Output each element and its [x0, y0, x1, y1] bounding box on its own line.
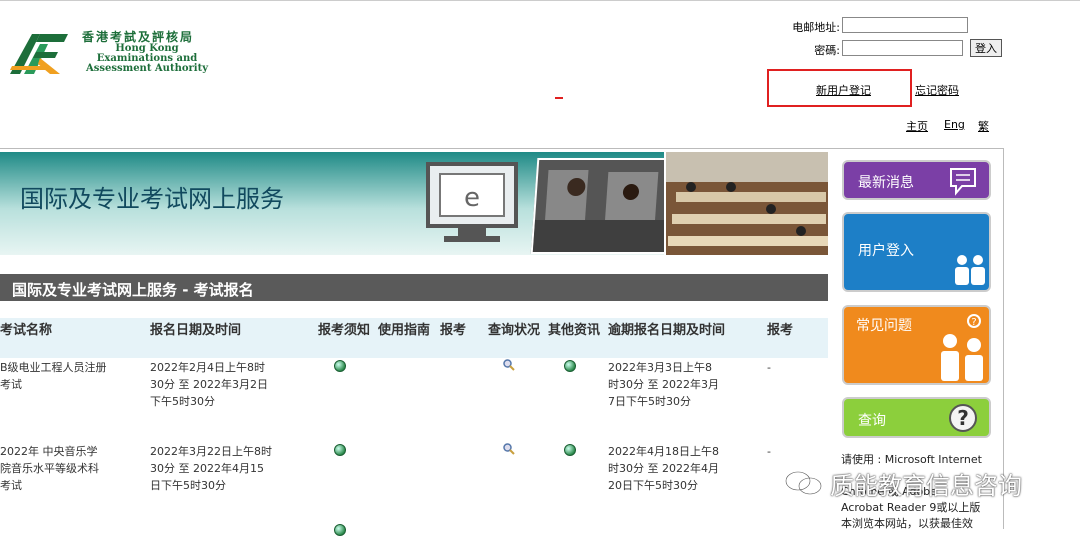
col-apply: 报考 — [440, 323, 467, 338]
late-registration-period: 2022年4月18日上午8时30分 至 2022年4月20日下午5时30分 — [608, 445, 719, 492]
registration-period: 2022年2月4日上午8时30分 至 2022年3月2日下午5时30分 — [150, 361, 268, 408]
news-button[interactable]: 最新消息 — [842, 160, 991, 200]
col-other-info: 其他资讯 — [548, 323, 601, 338]
svg-text:?: ? — [957, 406, 969, 430]
forgot-password-link[interactable]: 忘记密码 — [915, 82, 959, 98]
registration-period: 2022年3月22日上午8时30分 至 2022年4月15日下午5时30分 — [150, 445, 272, 492]
email-field[interactable] — [842, 17, 968, 33]
login-button[interactable]: 登入 — [970, 39, 1002, 57]
logo-en-line-3: Assessment Authority — [85, 63, 209, 74]
news-label: 最新消息 — [858, 175, 914, 191]
notice-line-4: 本浏览本网站，以获最佳效 — [841, 517, 973, 530]
password-field[interactable] — [842, 40, 963, 56]
application-notes-icon[interactable] — [334, 360, 346, 372]
enquiry-label: 查询 — [858, 413, 886, 429]
table-header: 考试名称 报名日期及时间 报考须知 使用指南 报考 查询状况 其他资讯 逾期报名… — [0, 318, 828, 358]
section-title: 国际及专业考试网上服务 - 考试报名 — [12, 281, 254, 299]
notice-line-3: Acrobat Reader 9或以上版 — [841, 501, 981, 514]
col-user-guide: 使用指南 — [378, 323, 431, 338]
apply-value: - — [767, 361, 771, 374]
apply-value: - — [767, 445, 771, 458]
email-label: 电邮地址: — [792, 21, 840, 34]
logo-name-english: Hong Kong Examinations and Assessment Au… — [82, 44, 212, 74]
search-status-icon[interactable] — [502, 442, 516, 456]
enquiry-button[interactable]: 查询 ? — [842, 397, 991, 438]
col-application-notes: 报考须知 — [318, 323, 371, 338]
hkeaa-logo-icon — [10, 34, 68, 74]
svg-text:?: ? — [971, 317, 976, 328]
col-registration-period: 报名日期及时间 — [150, 323, 242, 338]
wechat-icon — [785, 471, 822, 495]
exam-name: 2022年 中央音乐学院音乐水平等级术科考试 — [0, 445, 99, 492]
svg-text:e: e — [464, 183, 480, 213]
speech-bubble-icon — [950, 168, 976, 196]
application-notes-icon[interactable] — [334, 444, 346, 456]
red-dash-mark — [555, 97, 563, 99]
section-header-bar: 国际及专业考试网上服务 - 考试报名 — [0, 274, 828, 301]
password-label: 密碼: — [814, 44, 840, 57]
traditional-chinese-link[interactable]: 繁 — [978, 118, 989, 134]
col-late-registration-period: 逾期报名日期及时间 — [608, 323, 726, 338]
search-status-icon[interactable] — [502, 358, 516, 372]
hkeaa-logo[interactable]: 香港考試及評核局 Hong Kong Examinations and Asse… — [10, 26, 208, 76]
other-info-icon[interactable] — [564, 444, 576, 456]
watermark-text: 质能教育信息咨询 — [830, 472, 1022, 500]
users-icon — [955, 255, 985, 285]
computer-monitor-icon: e — [426, 162, 518, 242]
exam-room-photo — [530, 158, 674, 254]
question-mark-icon: ? — [949, 404, 977, 432]
late-registration-period: 2022年3月3日上午8时30分 至 2022年3月7日下午5时30分 — [608, 361, 719, 408]
user-login-label: 用户登入 — [858, 243, 914, 259]
home-link[interactable]: 主页 — [906, 118, 928, 134]
banner-title: 国际及专业考试网上服务 — [20, 185, 284, 213]
faq-label: 常见问题 — [856, 318, 912, 334]
other-info-icon[interactable] — [564, 360, 576, 372]
col-apply-late: 报考 — [767, 323, 794, 338]
exam-hall-photo — [664, 152, 828, 255]
col-exam-name: 考试名称 — [0, 323, 53, 338]
question-people-icon: ? — [941, 314, 983, 381]
service-banner: 国际及专业考试网上服务 e — [0, 152, 828, 255]
english-link[interactable]: Eng — [944, 118, 965, 131]
col-status-enquiry: 查询状况 — [488, 323, 541, 338]
top-divider — [0, 0, 1080, 1]
user-login-button[interactable]: 用户登入 — [842, 212, 991, 292]
register-link[interactable]: 新用户登记 — [816, 82, 871, 98]
exam-name: B级电业工程人员注册考试 — [0, 361, 107, 391]
faq-button[interactable]: 常见问题 ? — [842, 305, 991, 385]
application-notes-icon[interactable] — [334, 524, 346, 536]
